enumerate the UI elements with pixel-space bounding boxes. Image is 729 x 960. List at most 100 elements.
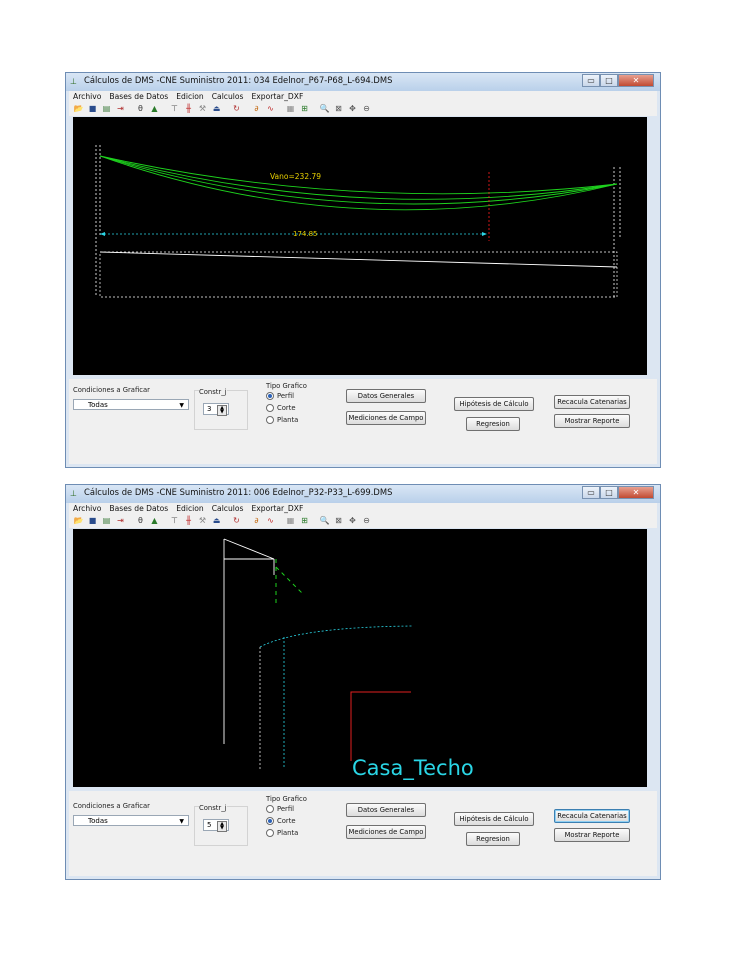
window-title: Cálculos de DMS -CNE Suministro 2011: 00… (84, 487, 393, 497)
db-icon[interactable]: ▤ (101, 104, 112, 114)
menu-bases-de-datos[interactable]: Bases de Datos (109, 92, 168, 101)
condiciones-select[interactable]: Todas ▼ (73, 399, 189, 410)
minimize-button[interactable]: ▭ (582, 486, 600, 499)
dms-window-2: ⊥ Cálculos de DMS -CNE Suministro 2011: … (65, 484, 661, 880)
drawing-canvas[interactable]: Vano=232.79 174.85 (73, 117, 647, 375)
fit-icon[interactable]: ⊠ (333, 516, 344, 526)
radio-dot (266, 829, 274, 837)
close-button[interactable]: ✕ (618, 486, 654, 499)
datos-generales-button[interactable]: Datos Generales (346, 803, 426, 817)
constr-label: Constr_j (199, 804, 227, 812)
menu-exportar-dxf[interactable]: Exportar_DXF (252, 92, 304, 101)
tool-icon[interactable]: ⊤ (169, 104, 180, 114)
constr-label: Constr_j (199, 388, 227, 396)
zoom-out-icon[interactable]: ⊖ (361, 516, 372, 526)
hipotesis-calculo-button[interactable]: Hipótesis de Cálculo (454, 397, 534, 411)
chart-icon[interactable]: ▲ (149, 104, 160, 114)
regresion-button[interactable]: Regresion (466, 417, 520, 431)
import-icon[interactable]: ⇥ (115, 104, 126, 114)
title-bar[interactable]: ⊥ Cálculos de DMS -CNE Suministro 2011: … (66, 485, 660, 503)
fit-icon[interactable]: ⊠ (333, 104, 344, 114)
radio-perfil[interactable]: Perfil (266, 392, 294, 400)
wire-icon[interactable]: ∿ (265, 104, 276, 114)
menu-bar: Archivo Bases de Datos Edicion Calculos … (69, 91, 657, 102)
pan-icon[interactable]: ✥ (347, 104, 358, 114)
open-icon[interactable]: 📂 (73, 104, 84, 114)
minimize-button[interactable]: ▭ (582, 74, 600, 87)
zoom-out-icon[interactable]: ⊖ (361, 104, 372, 114)
db-icon[interactable]: ▤ (101, 516, 112, 526)
close-icon: ✕ (632, 76, 640, 85)
import-icon[interactable]: ⇥ (115, 516, 126, 526)
tool-icon[interactable]: ⊤ (169, 516, 180, 526)
menu-calculos[interactable]: Calculos (212, 504, 244, 513)
save-icon[interactable]: ■ (87, 516, 98, 526)
menu-edicion[interactable]: Edicion (176, 92, 203, 101)
mediciones-campo-button[interactable]: Mediciones de Campo (346, 411, 426, 425)
chevron-down-icon: ▼ (179, 818, 184, 825)
open-icon[interactable]: 📂 (73, 516, 84, 526)
menu-archivo[interactable]: Archivo (73, 504, 101, 513)
constr-value: 5 (207, 821, 212, 829)
condiciones-select[interactable]: Todas ▼ (73, 815, 189, 826)
line-icon[interactable]: ∂ (251, 516, 262, 526)
radio-perfil[interactable]: Perfil (266, 805, 294, 813)
distance-label: 174.85 (293, 230, 318, 238)
hipotesis-calculo-button[interactable]: Hipótesis de Cálculo (454, 812, 534, 826)
recacula-catenarias-button[interactable]: Recacula Catenarias (554, 395, 630, 409)
clearance-icon[interactable]: ⏏ (211, 516, 222, 526)
drawing-canvas[interactable]: Casa_Techo (73, 529, 647, 787)
dms-window-1: ⊥ Cálculos de DMS -CNE Suministro 2011: … (65, 72, 661, 468)
mediciones-campo-button[interactable]: Mediciones de Campo (346, 825, 426, 839)
radio-corte[interactable]: Corte (266, 404, 296, 412)
radio-planta[interactable]: Planta (266, 416, 298, 424)
tension-icon[interactable]: ⚒ (197, 104, 208, 114)
menu-edicion[interactable]: Edicion (176, 504, 203, 513)
calc-icon[interactable]: θ (135, 104, 146, 114)
stepper-arrows-icon[interactable]: ▲ ▼ (217, 405, 227, 416)
wire-icon[interactable]: ∿ (265, 516, 276, 526)
close-button[interactable]: ✕ (618, 74, 654, 87)
chart-icon[interactable]: ▲ (149, 516, 160, 526)
refresh-icon[interactable]: ↻ (231, 516, 242, 526)
menu-exportar-dxf[interactable]: Exportar_DXF (252, 504, 304, 513)
mostrar-reporte-button[interactable]: Mostrar Reporte (554, 828, 630, 842)
radio-corte[interactable]: Corte (266, 817, 296, 825)
calc-icon[interactable]: θ (135, 516, 146, 526)
menu-calculos[interactable]: Calculos (212, 92, 244, 101)
recacula-catenarias-button[interactable]: Recacula Catenarias (554, 809, 630, 823)
scale-icon[interactable]: ⊞ (299, 104, 310, 114)
cross-section-drawing: Casa_Techo (223, 538, 474, 781)
clearance-line (275, 566, 304, 595)
mostrar-reporte-button[interactable]: Mostrar Reporte (554, 414, 630, 428)
datos-generales-button[interactable]: Datos Generales (346, 389, 426, 403)
save-icon[interactable]: ■ (87, 104, 98, 114)
stepper-arrows-icon[interactable]: ▲ ▼ (217, 821, 227, 832)
scale-icon[interactable]: ⊞ (299, 516, 310, 526)
profile-drawing: Vano=232.79 174.85 (95, 145, 621, 298)
pole-icon[interactable]: ╫ (183, 104, 194, 114)
tension-icon[interactable]: ⚒ (197, 516, 208, 526)
line-icon[interactable]: ∂ (251, 104, 262, 114)
ground-boundary (99, 251, 618, 298)
maximize-button[interactable]: □ (600, 74, 618, 87)
radio-planta[interactable]: Planta (266, 829, 298, 837)
constr-stepper[interactable]: 5 ▲ ▼ (203, 819, 229, 832)
pan-icon[interactable]: ✥ (347, 516, 358, 526)
regresion-button[interactable]: Regresion (466, 832, 520, 846)
zoom-icon[interactable]: 🔍 (319, 516, 330, 526)
menu-bases-de-datos[interactable]: Bases de Datos (109, 504, 168, 513)
tipo-grafico-label: Tipo Grafico (266, 382, 307, 390)
constr-stepper[interactable]: 3 ▲ ▼ (203, 403, 229, 416)
crossarm-line (223, 538, 275, 560)
title-bar[interactable]: ⊥ Cálculos de DMS -CNE Suministro 2011: … (66, 73, 660, 91)
pole-icon[interactable]: ╫ (183, 516, 194, 526)
window-title: Cálculos de DMS -CNE Suministro 2011: 03… (84, 75, 393, 85)
maximize-button[interactable]: □ (600, 486, 618, 499)
table-icon[interactable]: ▦ (285, 516, 296, 526)
clearance-icon[interactable]: ⏏ (211, 104, 222, 114)
zoom-icon[interactable]: 🔍 (319, 104, 330, 114)
menu-archivo[interactable]: Archivo (73, 92, 101, 101)
refresh-icon[interactable]: ↻ (231, 104, 242, 114)
table-icon[interactable]: ▦ (285, 104, 296, 114)
